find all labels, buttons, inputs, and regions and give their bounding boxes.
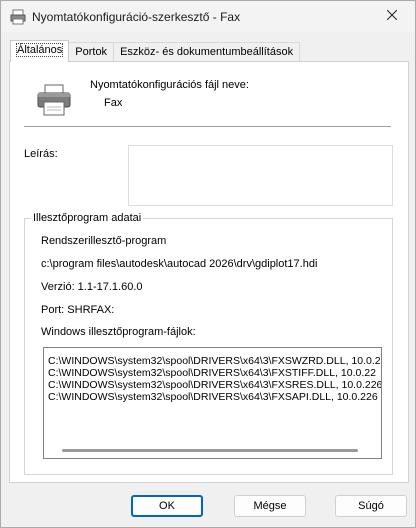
tab-device-document-settings[interactable]: Eszköz- és dokumentumbeállítások [113,42,301,62]
tab-ports[interactable]: Portok [68,42,115,62]
driver-port: Port: SHRFAX: [41,304,115,316]
tab-strip: Általános Portok Eszköz- és dokumentumbe… [10,40,301,62]
list-item[interactable]: C:\WINDOWS\system32\spool\DRIVERS\x64\3\… [48,391,378,403]
cancel-button[interactable]: Mégse [234,495,306,517]
tab-general[interactable]: Általános [10,40,70,62]
printer-icon [36,84,72,116]
separator [24,126,391,127]
close-icon [386,9,398,23]
list-item[interactable]: C:\WINDOWS\system32\spool\DRIVERS\x64\3\… [48,379,381,391]
driver-version: Verzió: 1.1-17.1.60.0 [41,281,143,293]
driver-path: c:\program files\autodesk\autocad 2026\d… [41,258,318,270]
description-textarea[interactable] [128,145,393,206]
driver-files-list[interactable]: C:\WINDOWS\system32\spool\DRIVERS\x64\3\… [43,347,382,459]
list-item[interactable]: C:\WINDOWS\system32\spool\DRIVERS\x64\3\… [48,355,381,367]
help-button[interactable]: Súgó [335,495,407,517]
title-bar: Nyomtatókonfiguráció-szerkesztő - Fax [1,1,415,32]
window-title: Nyomtatókonfiguráció-szerkesztő - Fax [32,10,241,24]
tab-panel-general: Nyomtatókonfigurációs fájl neve: Fax Leí… [9,61,409,483]
driver-info-group: Illesztőprogram adatai Rendszerillesztő-… [24,212,393,475]
driver-files-label: Windows illesztőprogram-fájlok: [41,326,196,338]
ok-button[interactable]: OK [131,495,203,517]
file-name-label: Nyomtatókonfigurációs fájl neve: [90,79,249,91]
horizontal-scrollbar[interactable] [44,442,381,458]
description-label: Leírás: [24,148,58,160]
scrollbar-thumb[interactable] [62,449,358,452]
dialog-window: Nyomtatókonfiguráció-szerkesztő - Fax Ál… [0,0,416,528]
file-name-value: Fax [104,97,123,109]
driver-type: Rendszerillesztő-program [41,235,167,247]
driver-group-title: Illesztőprogram adatai [31,212,144,224]
list-item[interactable]: C:\WINDOWS\system32\spool\DRIVERS\x64\3\… [48,367,376,379]
close-button[interactable] [369,1,415,32]
printer-config-icon [10,9,26,25]
